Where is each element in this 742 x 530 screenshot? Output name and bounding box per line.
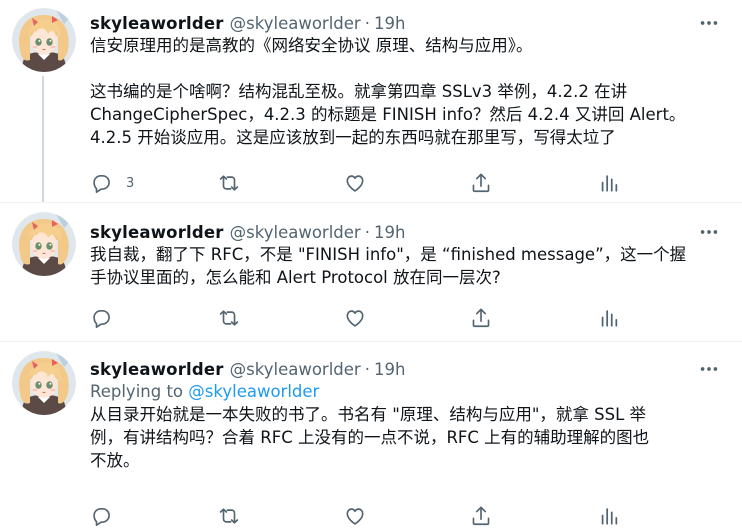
reply-icon: [90, 307, 112, 329]
tweet[interactable]: skyleaworlder @skyleaworlder · 19h Reply…: [0, 342, 742, 530]
share-icon: [470, 307, 492, 329]
separator-dot: ·: [364, 359, 370, 379]
user-handle[interactable]: @skyleaworlder: [230, 223, 361, 242]
share-icon: [470, 505, 492, 527]
tweet[interactable]: skyleaworlder @skyleaworlder · 19h 信安原理用…: [0, 0, 742, 202]
avatar[interactable]: [12, 8, 76, 72]
timestamp[interactable]: 19h: [374, 223, 405, 242]
avatar[interactable]: [12, 212, 76, 276]
timestamp[interactable]: 19h: [374, 14, 405, 33]
retweet-button[interactable]: [218, 504, 240, 528]
tweet-text-line: 例，有讲结构吗？合着 RFC 上没有的一点不说，RFC 上有的辅助理解的图也: [90, 428, 650, 447]
analytics-icon: [598, 505, 620, 527]
tweet-header: skyleaworlder @skyleaworlder · 19h: [90, 221, 730, 243]
retweet-icon: [218, 307, 240, 329]
reply-icon: [90, 172, 112, 194]
reply-button[interactable]: [90, 306, 112, 330]
user-handle[interactable]: @skyleaworlder: [230, 14, 361, 33]
reply-icon: [90, 505, 112, 527]
share-button[interactable]: [470, 171, 492, 195]
analytics-button[interactable]: [598, 306, 620, 330]
more-icon: [700, 367, 718, 371]
tweet[interactable]: skyleaworlder @skyleaworlder · 19h 我自裁，翻…: [0, 203, 742, 341]
more-options-button[interactable]: [696, 221, 722, 243]
tweet-actions: [90, 306, 610, 330]
more-options-button[interactable]: [696, 12, 722, 34]
replying-to-label: Replying to: [90, 382, 189, 401]
share-button[interactable]: [470, 306, 492, 330]
separator-dot: ·: [364, 13, 370, 33]
analytics-button[interactable]: [598, 504, 620, 528]
share-button[interactable]: [470, 504, 492, 528]
thread-line: [42, 76, 44, 202]
more-icon: [700, 230, 718, 234]
separator-dot: ·: [364, 222, 370, 242]
retweet-icon: [218, 172, 240, 194]
tweet-text-line: 我自裁，翻了下 RFC，不是 "FINISH info"，是 “finished…: [90, 245, 687, 264]
display-name[interactable]: skyleaworlder: [90, 360, 224, 379]
retweet-icon: [218, 505, 240, 527]
tweet-text-line: ChangeCipherSpec，4.2.3 的标题是 FINISH info？…: [90, 105, 686, 124]
analytics-button[interactable]: [598, 171, 620, 195]
display-name[interactable]: skyleaworlder: [90, 14, 224, 33]
like-button[interactable]: [344, 171, 366, 195]
heart-icon: [344, 307, 366, 329]
like-button[interactable]: [344, 306, 366, 330]
tweet-text-line: 手协议里面的，怎么能和 Alert Protocol 放在同一层次?: [90, 268, 501, 287]
tweet-actions: 3: [90, 171, 610, 195]
tweet-text: 从目录开始就是一本失败的书了。书名有 "原理、结构与应用"，就拿 SSL 举 例…: [90, 403, 730, 472]
analytics-icon: [598, 172, 620, 194]
display-name[interactable]: skyleaworlder: [90, 223, 224, 242]
tweet-actions: [90, 504, 610, 528]
tweet-header: skyleaworlder @skyleaworlder · 19h: [90, 358, 730, 380]
retweet-button[interactable]: [218, 171, 240, 195]
tweet-text-line: 信安原理用的是高教的《网络安全协议 原理、结构与应用》。: [90, 36, 533, 55]
tweet-text-line: 不放。: [90, 451, 140, 470]
tweet-text-line: 4.2.5 开始谈应用。这是应该放到一起的东西吗就在那里写，写得太垃了: [90, 128, 616, 147]
mention-link[interactable]: @skyleaworlder: [188, 382, 319, 401]
tweet-text-line: 从目录开始就是一本失败的书了。书名有 "原理、结构与应用"，就拿 SSL 举: [90, 405, 647, 424]
reply-button[interactable]: [90, 504, 112, 528]
tweet-header: skyleaworlder @skyleaworlder · 19h: [90, 12, 730, 34]
user-handle[interactable]: @skyleaworlder: [230, 360, 361, 379]
more-icon: [700, 21, 718, 25]
timestamp[interactable]: 19h: [374, 360, 405, 379]
replying-to: Replying to @skyleaworlder: [90, 380, 730, 403]
tweet-text-line: 这书编的是个啥啊？结构混乱至极。就拿第四章 SSLv3 举例，4.2.2 在讲: [90, 82, 628, 101]
avatar[interactable]: [12, 351, 76, 415]
more-options-button[interactable]: [696, 358, 722, 380]
reply-count: 3: [126, 175, 135, 191]
share-icon: [470, 172, 492, 194]
retweet-button[interactable]: [218, 306, 240, 330]
like-button[interactable]: [344, 504, 366, 528]
heart-icon: [344, 505, 366, 527]
heart-icon: [344, 172, 366, 194]
analytics-icon: [598, 307, 620, 329]
tweet-text: 我自裁，翻了下 RFC，不是 "FINISH info"，是 “finished…: [90, 243, 730, 289]
tweet-text: 信安原理用的是高教的《网络安全协议 原理、结构与应用》。 这书编的是个啥啊？结构…: [90, 34, 730, 149]
reply-button[interactable]: 3: [90, 171, 134, 195]
